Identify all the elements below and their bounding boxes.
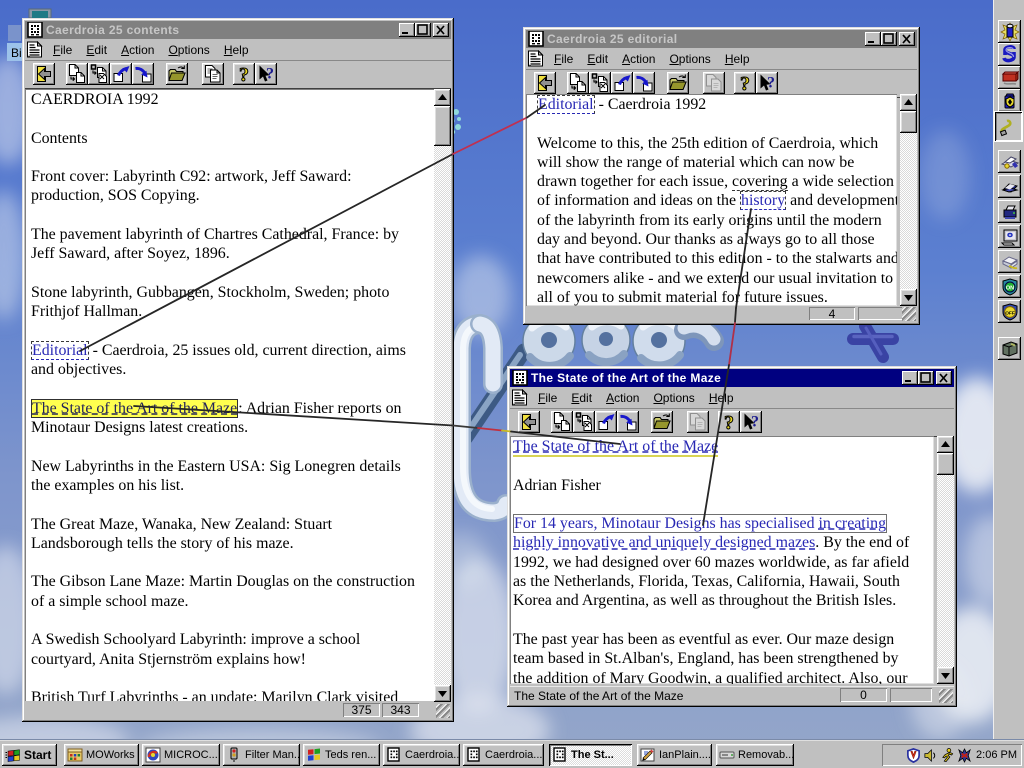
svg-text:?: ? — [767, 75, 775, 92]
svg-text:?: ? — [724, 412, 734, 432]
svg-text:?: ? — [740, 73, 750, 93]
svg-text:OFF: OFF — [1005, 310, 1015, 316]
svg-text:Bi: Bi — [11, 46, 22, 60]
svg-text:?: ? — [239, 64, 249, 84]
svg-text:?: ? — [266, 66, 274, 83]
svg-text:ON: ON — [1005, 285, 1013, 291]
svg-text:?: ? — [751, 414, 759, 431]
